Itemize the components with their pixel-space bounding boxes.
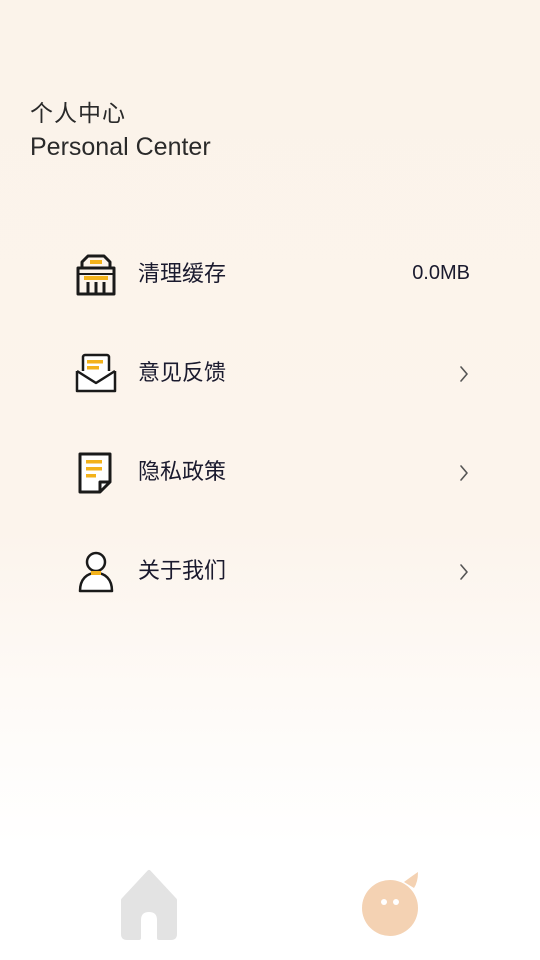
cache-cleanup-icon [76,254,116,296]
chevron-right-icon [460,564,468,580]
menu-item-label: 关于我们 [138,559,227,584]
about-person-icon [78,551,114,593]
home-icon [121,870,177,940]
bottom-tab-bar [0,850,540,960]
chevron-right-icon [460,465,468,481]
menu-item-about-us[interactable]: 关于我们 [0,523,540,622]
cache-size-value: 0.0MB [412,262,470,284]
page-title-cn: 个人中心 [30,101,126,127]
mine-mascot-icon [362,872,418,936]
menu-item-privacy-policy[interactable]: 隐私政策 [0,424,540,523]
menu-item-label: 清理缓存 [138,262,227,287]
privacy-document-icon [78,452,112,494]
tab-home[interactable] [109,864,189,944]
settings-menu: 清理缓存 0.0MB 意见反馈 隐私政策 关于我们 [0,226,540,622]
menu-item-label: 意见反馈 [138,361,227,386]
menu-item-label: 隐私政策 [138,460,227,485]
feedback-envelope-icon [75,353,117,393]
page-header: 个人中心 Personal Center [30,98,211,164]
chevron-right-icon [460,366,468,382]
page-title-en: Personal Center [30,133,211,161]
menu-item-clear-cache[interactable]: 清理缓存 0.0MB [0,226,540,325]
tab-mine[interactable] [350,864,430,944]
menu-item-feedback[interactable]: 意见反馈 [0,325,540,424]
